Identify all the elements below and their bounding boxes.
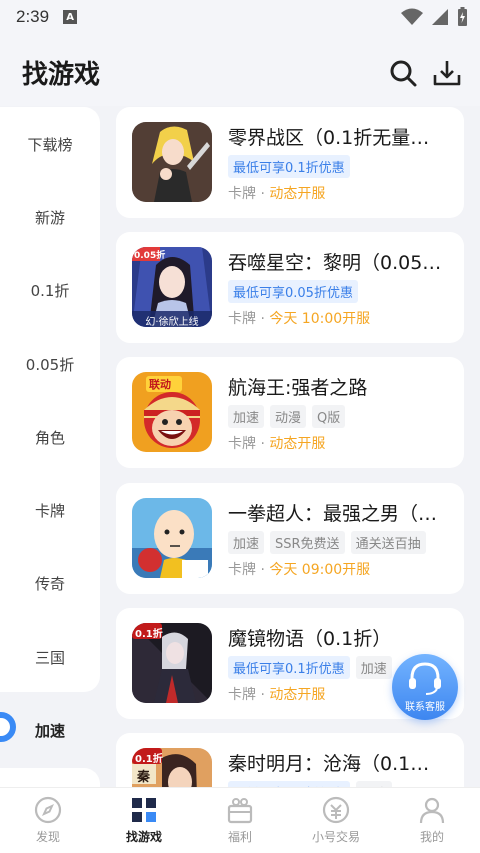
server-open-status: 动态开服 (269, 186, 326, 202)
page-title: 找游戏 (22, 60, 101, 90)
feature-tag: 加速 (228, 531, 265, 554)
sidebar-item-0.05-discount[interactable]: 0.05折 (0, 344, 100, 384)
nav-item-me[interactable]: 我的 (384, 788, 480, 853)
nav-item-find-games[interactable]: 找游戏 (96, 788, 192, 853)
status-bar: 2:39 A (0, 0, 480, 34)
person-icon (419, 797, 445, 824)
battery-icon (458, 7, 467, 26)
sidebar-item-label: 加速 (34, 721, 65, 740)
sidebar-item-new-games[interactable]: 新游 (0, 197, 100, 237)
download-icon (433, 61, 461, 86)
nav-item-discover[interactable]: 发现 (0, 788, 96, 853)
tag-list: 加速 动漫 Q版 (228, 405, 458, 428)
status-time: 2:39 (16, 7, 50, 26)
sidebar-item-three-kingdoms[interactable]: 三国 (0, 637, 100, 677)
game-title: 魔镜物语（0.1折） (228, 628, 392, 650)
status-icons (401, 7, 468, 27)
grid-icon (132, 798, 156, 822)
nav-label: 小号交易 (311, 830, 360, 844)
tag-list: 加速 SSR免费送 通关送百抽 (228, 531, 458, 554)
feature-tag: Q版 (312, 405, 346, 428)
sidebar-item-legend[interactable]: 传奇 (0, 563, 100, 603)
game-card[interactable]: 一拳超人：最强之男（… 加速 SSR免费送 通关送百抽 卡牌 · 今天 09:0… (116, 483, 464, 594)
sidebar-item-role[interactable]: 角色 (0, 417, 100, 457)
nav-label: 找游戏 (125, 830, 162, 844)
feature-tag: SSR免费送 (270, 531, 345, 554)
sidebar-item-0.1-discount[interactable]: 0.1折 (0, 270, 100, 310)
server-open-status: 动态开服 (269, 436, 326, 452)
game-card[interactable]: 零界战区（0.1折无量… 最低可享0.1折优惠 卡牌 · 动态开服 (116, 107, 464, 218)
nav-label: 发现 (35, 830, 60, 844)
feature-tag: 加速 (228, 405, 265, 428)
game-type: 卡牌 · (228, 562, 270, 578)
discount-badge: 0.1折 (135, 629, 163, 640)
sidebar-item-accelerate[interactable]: 加速 (0, 700, 100, 760)
search-button[interactable] (388, 58, 418, 88)
game-thumbnail: 联动 (132, 372, 212, 452)
game-meta: 卡牌 · 动态开服 (228, 684, 325, 704)
feature-tag: 加速 (355, 656, 392, 679)
game-thumbnail: 0.05折 幻·徐欣上线 (132, 247, 212, 327)
nav-item-welfare[interactable]: 福利 (192, 788, 288, 853)
gift-icon (227, 798, 253, 824)
game-title: 秦时明月：沧海（0.1… (228, 753, 430, 775)
discount-tag: 最低可享0.05折优惠 (228, 280, 358, 303)
nav-item-account-trade[interactable]: 小号交易 (288, 788, 384, 853)
game-type: 卡牌 · (228, 436, 270, 452)
game-thumbnail (132, 122, 212, 202)
feature-tag: 动漫 (270, 405, 307, 428)
download-button[interactable] (432, 58, 462, 88)
headset-icon (409, 662, 441, 695)
nav-label: 我的 (419, 830, 444, 844)
sidebar-item-download-rank[interactable]: 下载榜 (0, 124, 100, 164)
game-thumbnail: 0.1折 (132, 623, 212, 703)
game-title: 航海王:强者之路 (228, 377, 368, 399)
game-type: 卡牌 · (228, 186, 270, 202)
game-title: 零界战区（0.1折无量… (228, 127, 430, 149)
game-type: 卡牌 · (228, 311, 270, 327)
notification-icon: A (63, 10, 78, 24)
game-type: 卡牌 · (228, 687, 270, 703)
discount-tag: 最低可享0.1折优惠 (228, 155, 350, 178)
tag-list: 最低可享0.05折优惠 (228, 280, 458, 303)
exchange-icon (322, 796, 350, 824)
game-card[interactable]: 0.05折 幻·徐欣上线 吞噬星空：黎明（0.05… 最低可享0.05折优惠 卡… (116, 232, 464, 343)
game-title: 一拳超人：最强之男（… (228, 503, 438, 525)
thumbnail-caption: 秦 (137, 770, 151, 785)
category-sidebar: 下载榜 新游 0.1折 0.05折 角色 卡牌 传奇 三国 (0, 107, 100, 692)
game-card[interactable]: 联动 航海王:强者之路 加速 动漫 Q版 卡牌 · 动态开服 (116, 357, 464, 468)
discount-badge: 0.1折 (135, 754, 163, 765)
server-open-status: 动态开服 (269, 687, 326, 703)
page-header: 找游戏 (0, 34, 480, 106)
game-meta: 卡牌 · 动态开服 (228, 433, 325, 453)
sidebar-item-card[interactable]: 卡牌 (0, 490, 100, 530)
wifi-icon (401, 8, 423, 25)
game-title: 吞噬星空：黎明（0.05… (228, 252, 442, 274)
customer-service-button[interactable]: 联系客服 (392, 654, 458, 720)
game-thumbnail (132, 498, 212, 578)
thumbnail-caption: 联动 (149, 378, 171, 391)
game-meta: 卡牌 · 今天 09:00开服 (228, 559, 370, 579)
service-label: 联系客服 (405, 702, 445, 713)
compass-icon (34, 796, 62, 824)
thumbnail-caption: 幻·徐欣上线 (145, 317, 199, 327)
server-open-status: 今天 10:00开服 (269, 311, 371, 327)
discount-badge: 0.05折 (134, 251, 166, 261)
nav-label: 福利 (227, 830, 252, 844)
game-meta: 卡牌 · 动态开服 (228, 183, 325, 203)
search-icon (390, 60, 417, 87)
discount-tag: 最低可享0.1折优惠 (228, 656, 350, 679)
bottom-nav: 发现 找游戏 福利 小号交易 我的 (0, 787, 480, 853)
tag-list: 最低可享0.1折优惠 (228, 155, 458, 178)
server-open-status: 今天 09:00开服 (269, 562, 371, 578)
signal-icon (432, 9, 448, 25)
feature-tag: 通关送百抽 (350, 531, 426, 554)
game-meta: 卡牌 · 今天 10:00开服 (228, 308, 370, 328)
